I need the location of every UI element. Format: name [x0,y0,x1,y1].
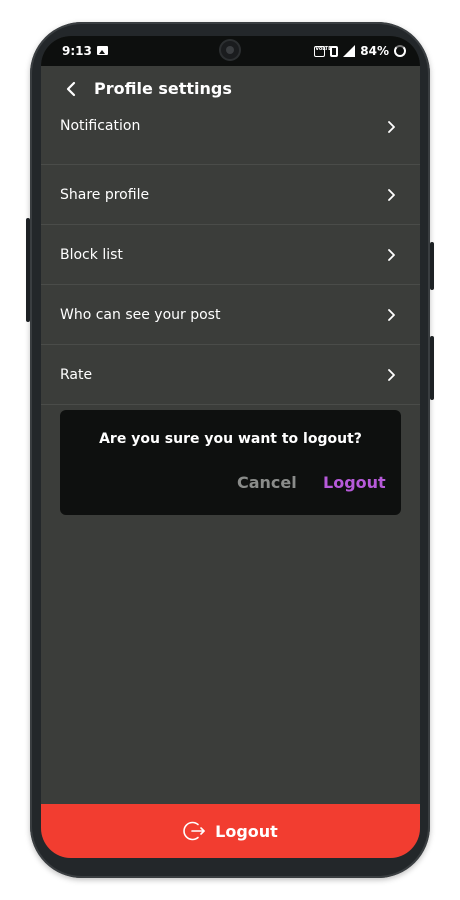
menu-item-rate[interactable]: Rate [41,345,420,405]
menu-item-block-list[interactable]: Block list [41,225,420,285]
signal-icon [343,45,356,57]
logout-label: Logout [215,821,278,841]
side-button [430,336,434,400]
page-title: Profile settings [94,79,232,98]
menu-item-share-profile[interactable]: Share profile [41,165,420,225]
chevron-right-icon [388,188,395,201]
dialog-message: Are you sure you want to logout? [99,431,362,447]
power-button [430,242,434,290]
battery-icon [394,45,406,57]
menu-item-notification[interactable]: Notification [41,102,420,165]
chevron-right-icon [388,368,395,381]
status-icons: VoLTE 84% [314,43,406,59]
back-arrow-icon[interactable] [63,81,79,97]
chevron-right-icon [388,121,395,133]
phone-frame: 9:13 VoLTE 84% Profile settings Notifica… [26,22,434,878]
screen: 9:13 VoLTE 84% Profile settings Notifica… [41,36,420,858]
menu-item-label: Rate [60,366,93,383]
status-bar: 9:13 VoLTE 84% [41,36,420,66]
front-camera [221,41,239,59]
menu-item-label: Share profile [60,186,150,203]
volume-button [26,218,30,322]
menu-item-label: Who can see your post [60,306,221,323]
chevron-right-icon [388,308,395,321]
chevron-right-icon [388,248,395,261]
menu-item-label: Notification [60,118,141,134]
logout-icon [183,821,205,841]
confirm-logout-button[interactable]: Logout [323,473,386,492]
battery-percentage: 84% [360,44,389,58]
logout-button[interactable]: Logout [41,804,420,858]
settings-menu: Notification Share profile Block list Wh… [41,102,420,405]
logout-dialog: Are you sure you want to logout? Cancel … [60,410,401,515]
status-time: 9:13 [62,44,92,58]
cancel-button[interactable]: Cancel [237,473,297,492]
menu-item-post-visibility[interactable]: Who can see your post [41,285,420,345]
image-icon [97,46,108,55]
menu-item-label: Block list [60,246,123,263]
volte-icon: VoLTE [314,45,331,57]
vibrate-icon [330,45,339,57]
